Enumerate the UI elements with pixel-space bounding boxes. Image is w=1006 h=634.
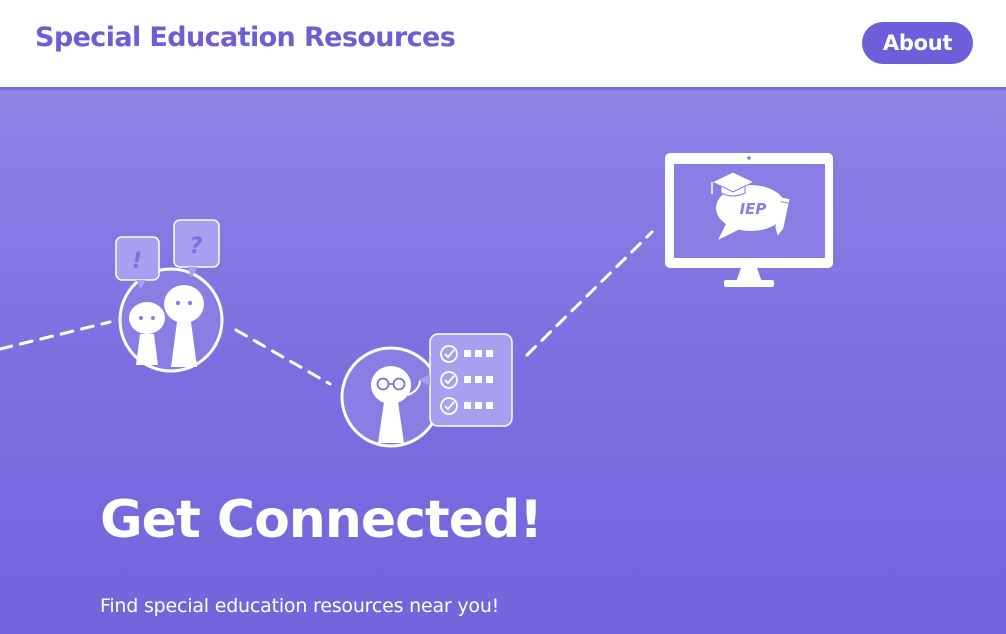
about-button[interactable]: About: [862, 22, 973, 64]
hero-illustration: ! ? IEP: [0, 153, 833, 448]
dashed-path: [0, 230, 654, 386]
site-title[interactable]: Special Education Resources: [35, 22, 456, 53]
hero-subheading: Find special education resources near yo…: [100, 595, 500, 617]
question-bubble-text: ?: [190, 234, 203, 259]
iep-monitor-icon: IEP: [665, 153, 833, 287]
teacher-checklist-icon: [340, 333, 513, 448]
students-questions-icon: ! ?: [115, 219, 224, 373]
iep-text: IEP: [740, 200, 767, 218]
exclaim-bubble-text: !: [132, 249, 142, 274]
hero-banner: ! ? IEP Get Connected! Find special educ…: [0, 87, 1006, 634]
hero-heading: Get Connected!: [100, 490, 543, 550]
top-nav-bar: Special Education Resources About: [0, 0, 1006, 87]
